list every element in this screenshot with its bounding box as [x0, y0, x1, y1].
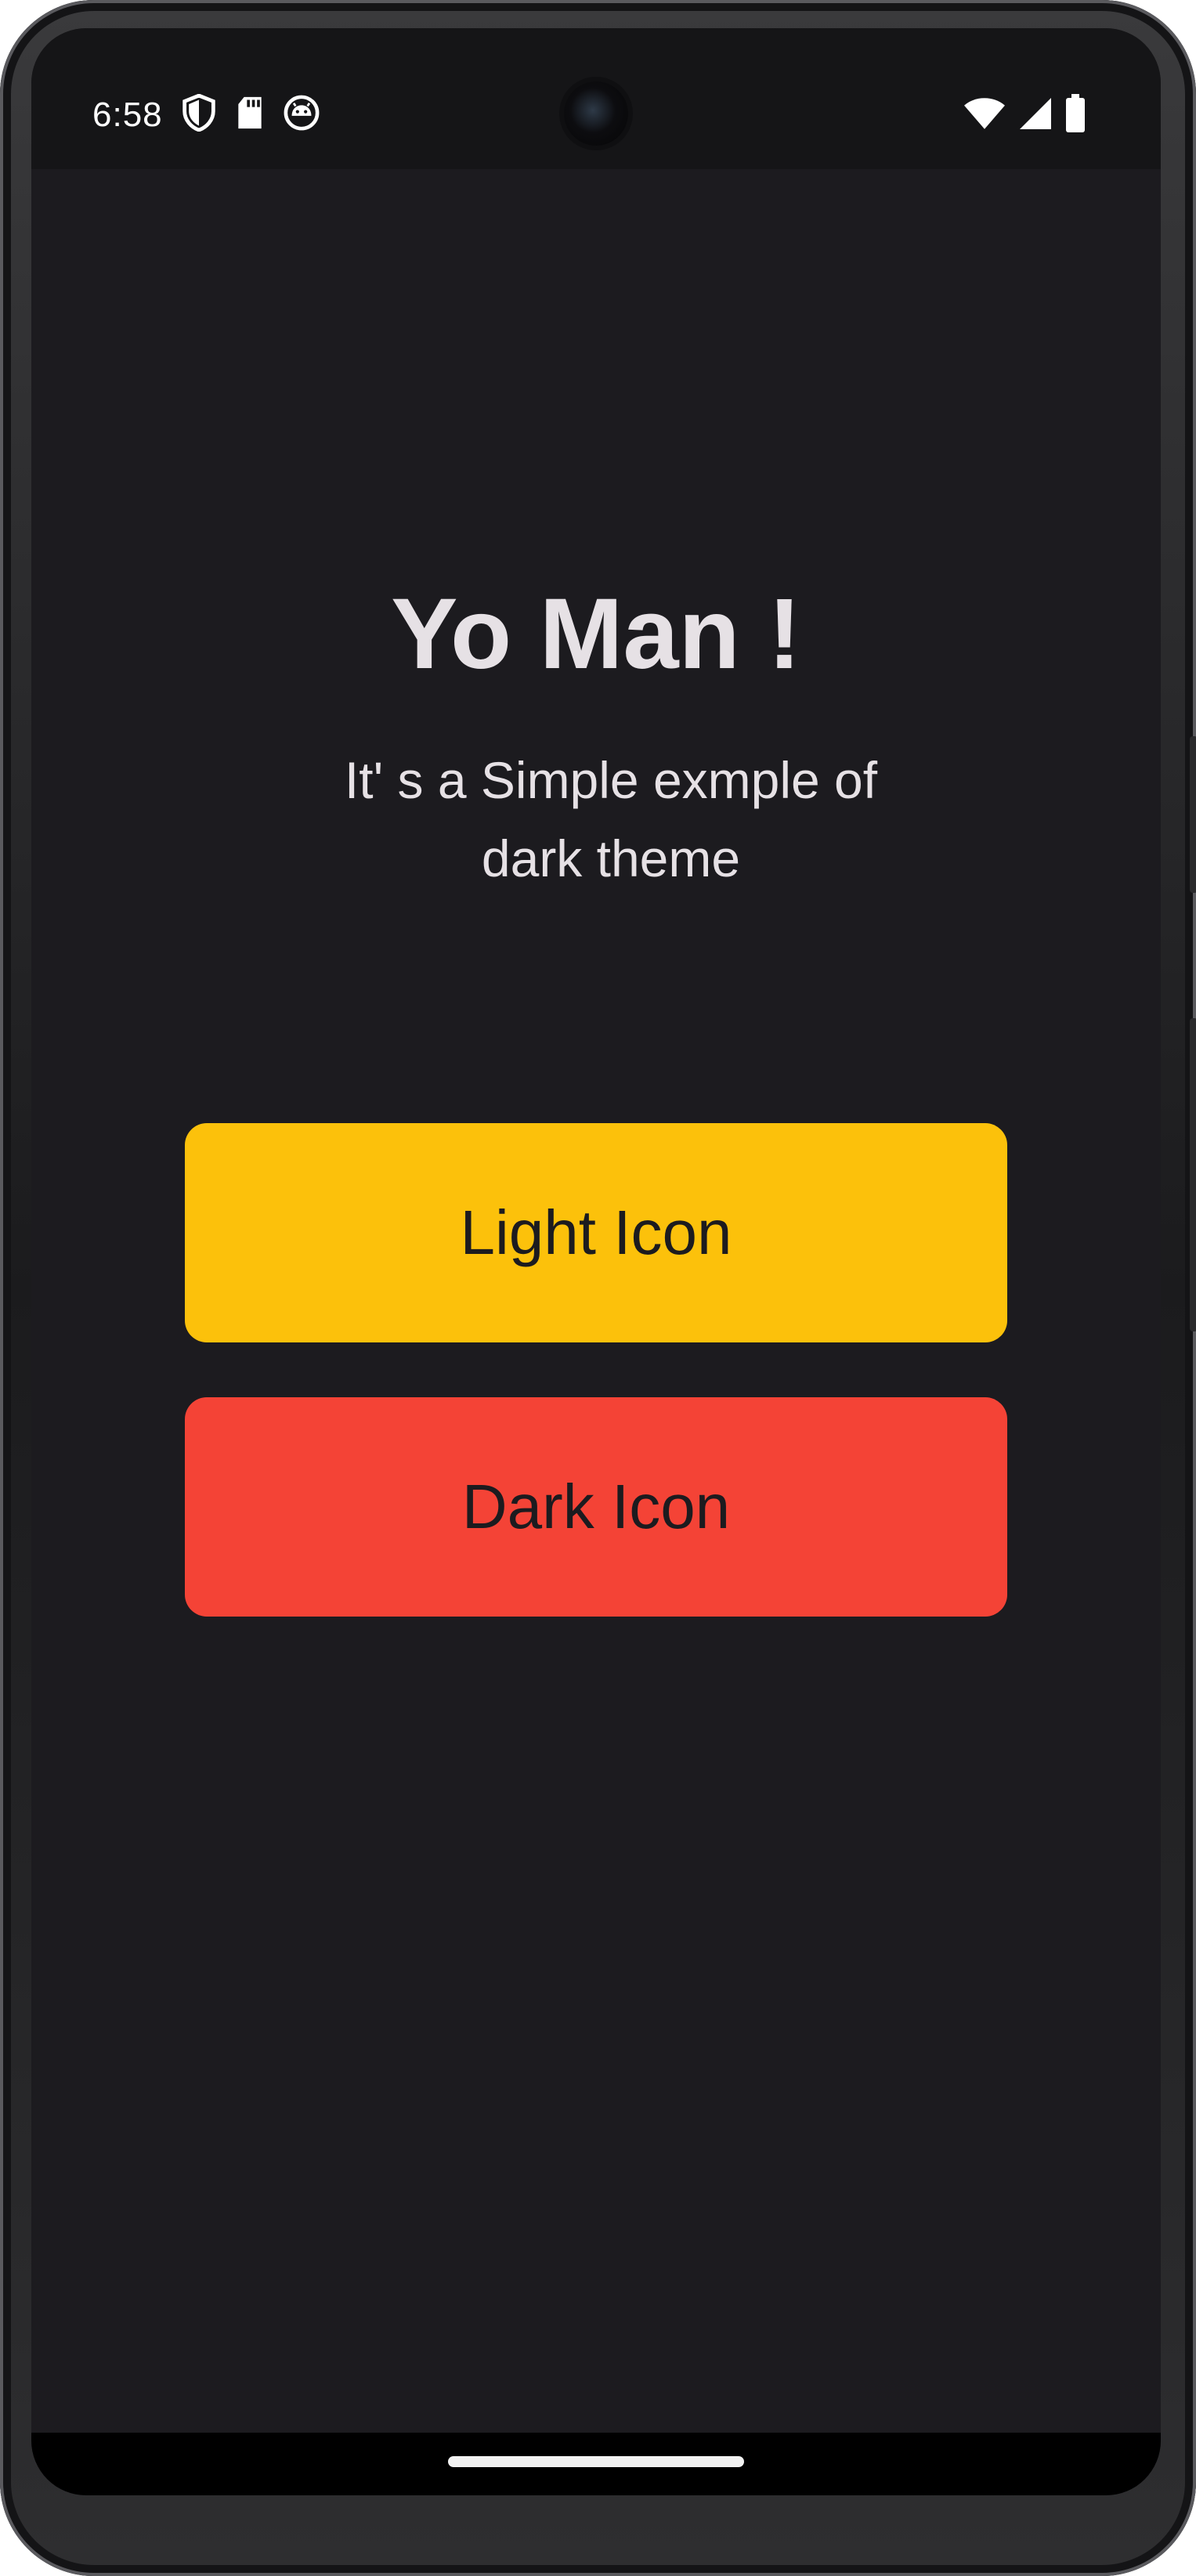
home-gesture-handle[interactable] [448, 2456, 744, 2467]
debug-robot-icon [284, 95, 320, 135]
front-camera [564, 81, 628, 146]
cell-signal-icon [1018, 96, 1053, 135]
navigation-bar [31, 2433, 1161, 2495]
dark-icon-button[interactable]: Dark Icon [185, 1397, 1007, 1617]
light-icon-button[interactable]: Light Icon [185, 1123, 1007, 1342]
status-right [963, 94, 1086, 137]
page-title: Yo Man ! [391, 578, 801, 690]
status-bar: 6:58 [31, 28, 1161, 169]
shield-icon [182, 93, 216, 135]
light-icon-button-label: Light Icon [460, 1198, 732, 1267]
subtitle-line-1: It' s a Simple exmple of [344, 751, 878, 809]
power-button [1190, 736, 1196, 893]
main-content: Yo Man ! It' s a Simple exmple of dark t… [31, 169, 1161, 2464]
status-left: 6:58 [92, 93, 320, 135]
subtitle: It' s a Simple exmple of dark theme [31, 741, 1161, 898]
sd-card-icon [235, 96, 265, 134]
battery-icon [1065, 94, 1086, 137]
status-time: 6:58 [92, 95, 163, 134]
dark-icon-button-label: Dark Icon [461, 1472, 731, 1541]
wifi-icon [963, 96, 1006, 135]
volume-button [1190, 1018, 1196, 1331]
phone-frame: 6:58 Yo Man ! It' s a Simple exmple of d… [0, 0, 1196, 2576]
subtitle-line-2: dark theme [481, 829, 741, 887]
screen: 6:58 Yo Man ! It' s a Simple exmple of d… [31, 28, 1161, 2495]
